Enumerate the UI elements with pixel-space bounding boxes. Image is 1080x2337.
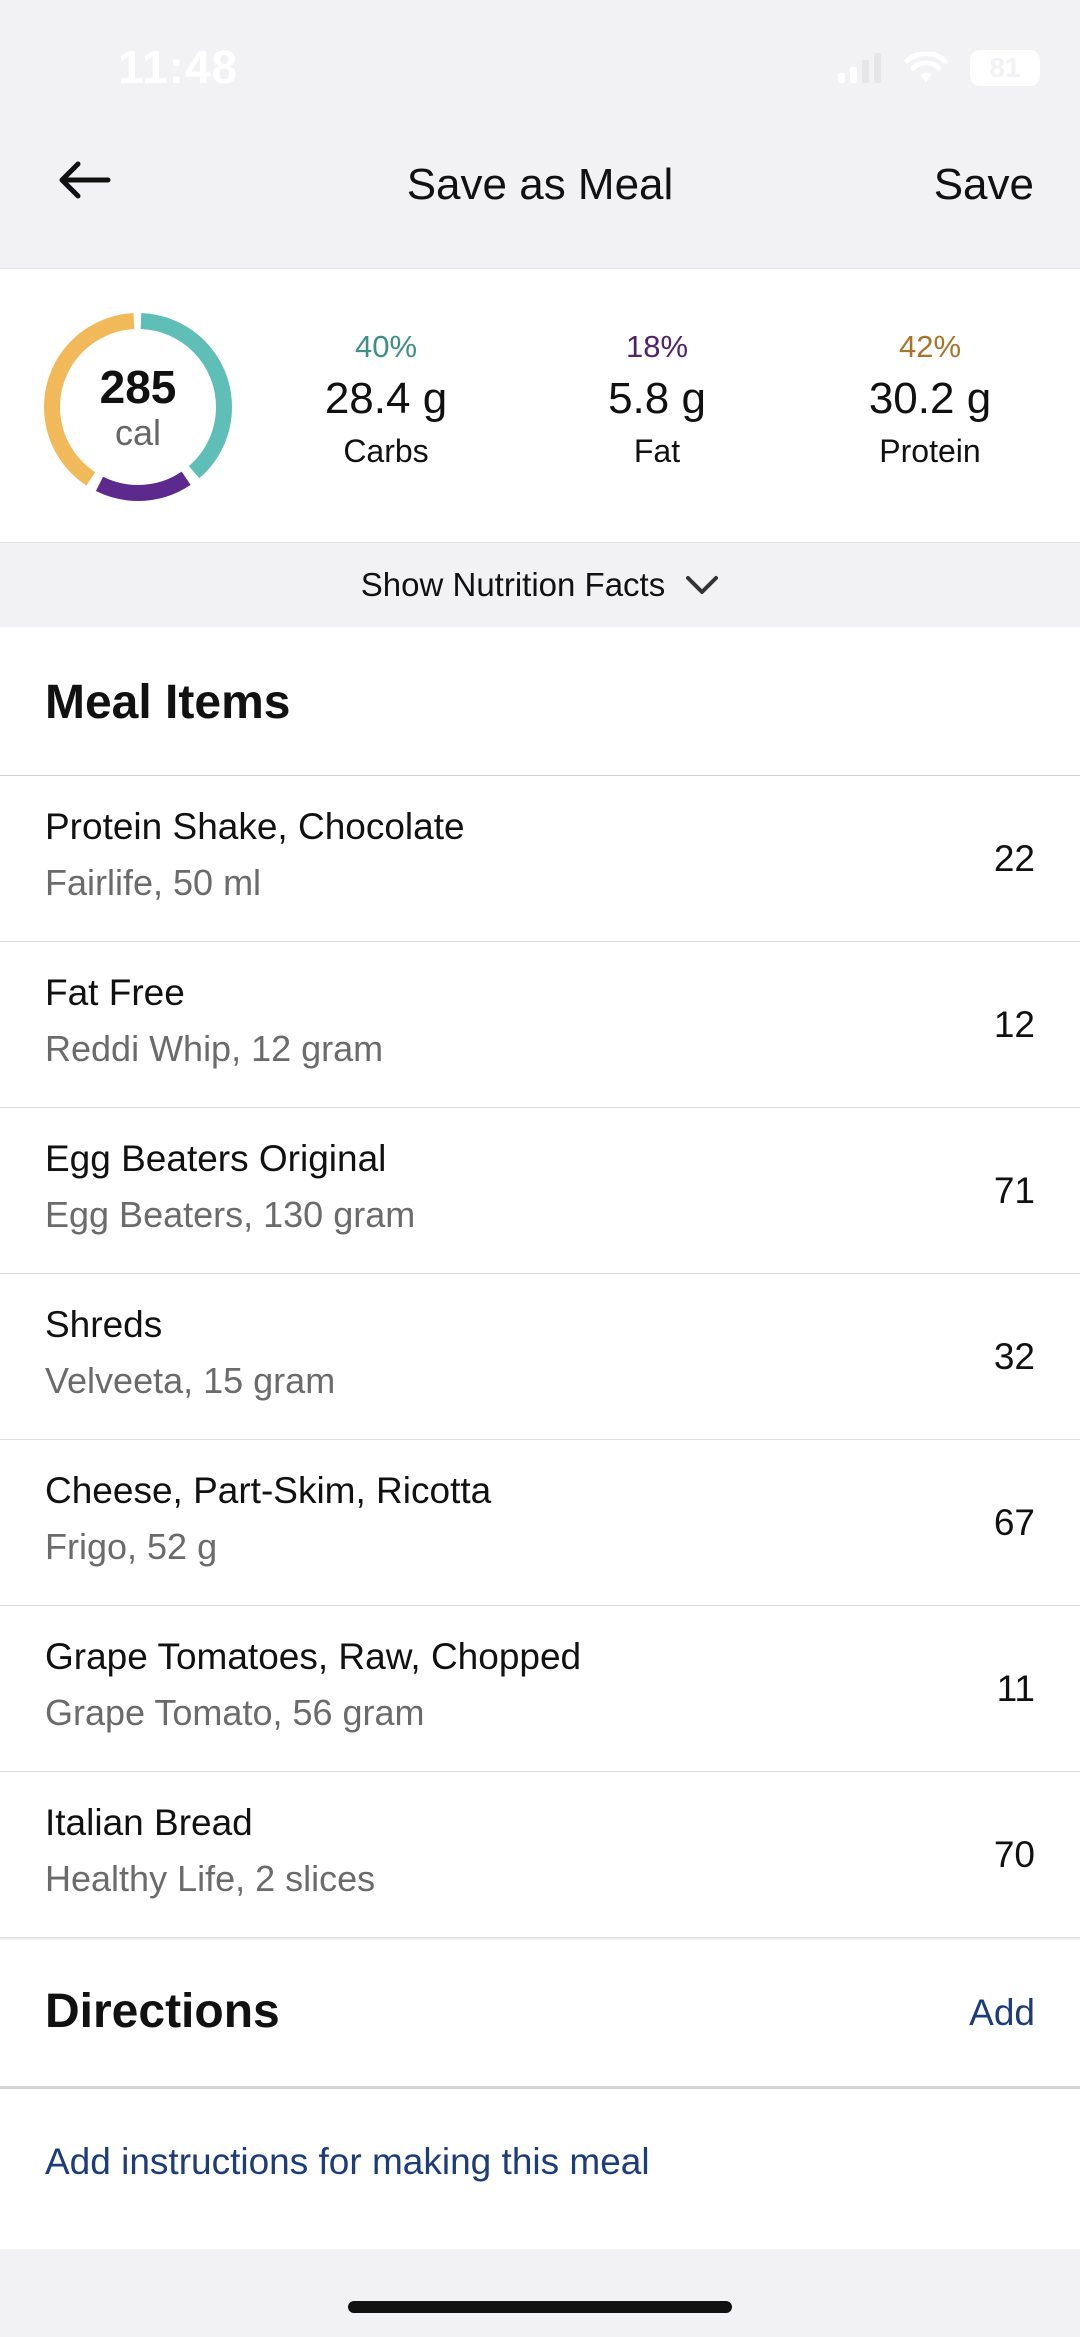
battery-icon: 81 [970, 50, 1040, 86]
list-item[interactable]: Protein Shake, Chocolate Fairlife, 50 ml… [0, 776, 1080, 942]
save-button[interactable]: Save [934, 160, 1034, 210]
item-calories: 11 [996, 1668, 1035, 1709]
item-name: Grape Tomatoes, Raw, Chopped [45, 1636, 582, 1677]
nutrition-toggle-label: Show Nutrition Facts [360, 566, 666, 603]
item-detail: Healthy Life, 2 slices [45, 1858, 376, 1899]
meal-items-header: Meal Items [0, 627, 1080, 778]
calorie-value: 285 [99, 361, 177, 413]
home-indicator[interactable] [348, 2301, 732, 2313]
status-time: 11:48 [118, 41, 239, 93]
macro-carbs: 40% 28.4 g Carbs [266, 329, 506, 471]
item-calories: 22 [993, 838, 1035, 879]
section-title: Directions [45, 1985, 280, 2038]
item-detail: Frigo, 52 g [45, 1526, 218, 1567]
macro-amount: 28.4 g [324, 374, 448, 423]
macro-amount: 5.8 g [608, 374, 706, 423]
macro-percent: 40% [354, 329, 418, 364]
item-calories: 67 [993, 1502, 1035, 1543]
meal-items-list: Protein Shake, Chocolate Fairlife, 50 ml… [0, 776, 1080, 1938]
list-item[interactable]: Fat Free Reddi Whip, 12 gram 12 [0, 942, 1080, 1108]
calorie-total: 285 cal [40, 309, 236, 505]
list-item[interactable]: Egg Beaters Original Egg Beaters, 130 gr… [0, 1108, 1080, 1274]
macro-percent: 18% [625, 329, 689, 364]
macro-percent: 42% [898, 329, 962, 364]
macro-label: Carbs [343, 433, 429, 469]
item-name: Egg Beaters Original [45, 1138, 387, 1179]
section-title: Meal Items [45, 676, 291, 729]
item-calories: 12 [993, 1004, 1035, 1045]
nav-bar: Save as Meal Save [0, 110, 1080, 250]
macro-protein: 42% 30.2 g Protein [810, 329, 1050, 471]
item-name: Cheese, Part-Skim, Ricotta [45, 1470, 492, 1511]
item-name: Shreds [45, 1304, 163, 1345]
list-item[interactable]: Shreds Velveeta, 15 gram 32 [0, 1274, 1080, 1440]
item-name: Protein Shake, Chocolate [45, 806, 465, 847]
item-name: Fat Free [45, 972, 185, 1013]
battery-level: 81 [989, 52, 1021, 83]
calorie-unit: cal [114, 412, 162, 453]
cellular-signal-icon [838, 53, 881, 83]
list-item[interactable]: Grape Tomatoes, Raw, Chopped Grape Tomat… [0, 1606, 1080, 1772]
item-calories: 32 [993, 1336, 1035, 1377]
add-directions-button[interactable]: Add [969, 1992, 1035, 2034]
status-icons: 81 [838, 50, 1040, 86]
macro-fat: 18% 5.8 g Fat [537, 329, 777, 471]
item-name: Italian Bread [45, 1802, 253, 1843]
add-instructions-link[interactable]: Add instructions for making this meal [45, 2141, 650, 2183]
page-title: Save as Meal [406, 160, 674, 209]
item-detail: Fairlife, 50 ml [45, 862, 262, 903]
macro-label: Fat [633, 433, 681, 469]
macro-label: Protein [879, 433, 981, 469]
item-detail: Egg Beaters, 130 gram [45, 1194, 416, 1235]
item-detail: Grape Tomato, 56 gram [45, 1692, 425, 1733]
item-detail: Reddi Whip, 12 gram [45, 1028, 384, 1069]
list-item[interactable]: Italian Bread Healthy Life, 2 slices 70 [0, 1772, 1080, 1938]
directions-header: Directions Add [0, 1940, 1080, 2089]
item-detail: Velveeta, 15 gram [45, 1360, 336, 1401]
show-nutrition-facts-button[interactable]: Show Nutrition Facts [0, 542, 1080, 628]
nutrition-summary: 285 cal 40% 28.4 g Carbs 18% 5.8 g Fat 4… [0, 268, 1080, 543]
chevron-down-icon [686, 576, 719, 594]
instructions-section: Add instructions for making this meal [0, 2089, 1080, 2249]
macro-amount: 30.2 g [868, 374, 992, 423]
item-calories: 70 [993, 1834, 1035, 1875]
wifi-icon [904, 52, 948, 82]
list-item[interactable]: Cheese, Part-Skim, Ricotta Frigo, 52 g 6… [0, 1440, 1080, 1606]
item-calories: 71 [993, 1170, 1035, 1211]
